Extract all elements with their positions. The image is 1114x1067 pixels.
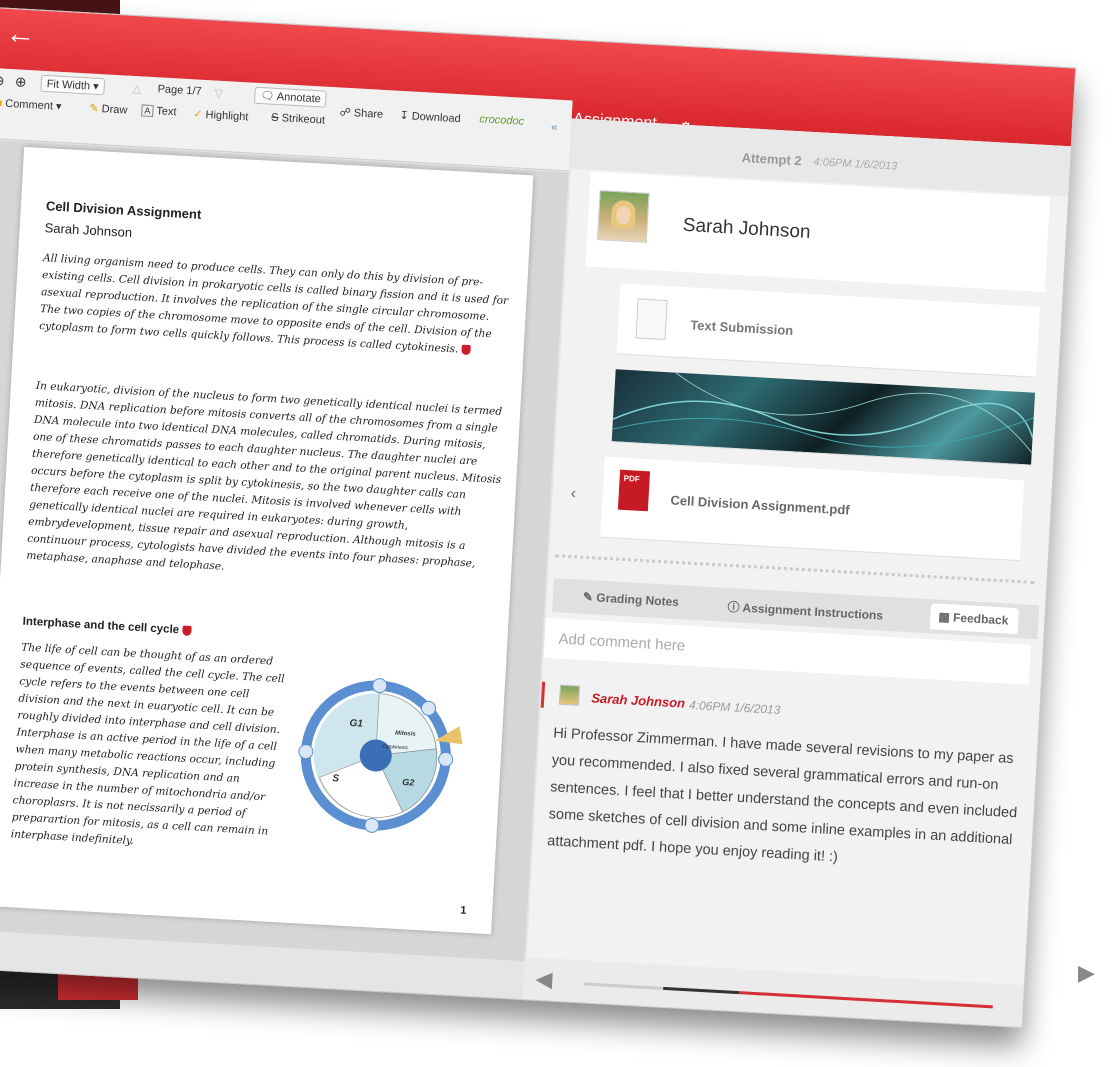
text-submission-item[interactable]: Text Submission [616, 283, 1040, 378]
document-viewer[interactable]: Cell Division Assignment Sarah Johnson A… [0, 139, 569, 962]
attempt-time: 4:06PM 1/6/2013 [813, 156, 898, 173]
annotate-button[interactable]: 🗨 Annotate [253, 86, 328, 108]
comment-time: 4:06PM 1/6/2013 [688, 697, 781, 717]
fractal-image [612, 372, 1034, 453]
share-button[interactable]: ☍ Share [339, 105, 383, 120]
highlight-tool-label: Highlight [205, 108, 249, 124]
page-number: 1 [459, 904, 467, 917]
cycle-node [438, 751, 454, 767]
fit-width-label: Fit Width [46, 78, 91, 93]
pencil-icon: ✎ [89, 102, 99, 115]
pencil-icon: ✎ [582, 589, 594, 605]
app-window: ← Cell Division Assignment ⚙ ⊖ ⊕ Fit Wid… [0, 6, 1077, 1029]
comment-body: Hi Professor Zimmerman. I have made seve… [546, 725, 1018, 866]
tab-feedback[interactable]: ▩ Feedback [929, 603, 1020, 635]
progress-track [583, 982, 993, 1009]
section-heading-text: Interphase and the cell cycle [22, 615, 180, 637]
pdf-badge: PDF [623, 473, 640, 484]
pdf-submission-label: Cell Division Assignment.pdf [670, 492, 851, 518]
text-tool-label: Text [155, 105, 177, 119]
highlighter-icon: ✓ [192, 108, 203, 121]
page-indicator: Page 1/7 [157, 83, 202, 98]
avatar [558, 684, 580, 706]
avatar-face [615, 206, 631, 225]
tablet-stage: ← Cell Division Assignment ⚙ ⊖ ⊕ Fit Wid… [0, 6, 1094, 1067]
chat-icon: ▩ [938, 609, 951, 625]
s-label: S [332, 773, 340, 784]
document-icon [635, 298, 668, 341]
comment-pin-icon[interactable] [181, 625, 192, 636]
avatar [596, 190, 650, 243]
strikeout-icon: S [270, 111, 279, 125]
cycle-node [372, 678, 388, 694]
fractal-curve [612, 400, 1034, 438]
text-icon: A [141, 104, 154, 118]
share-icon: ☍ [339, 106, 352, 120]
student-name: Sarah Johnson [682, 214, 812, 243]
comment-author[interactable]: Sarah Johnson [591, 690, 686, 710]
comment-icon: ■ [0, 97, 3, 110]
download-button[interactable]: ↧ Download [399, 109, 461, 125]
next-icon[interactable]: ▶ [1078, 960, 1095, 986]
collapse-icon[interactable]: « [551, 121, 558, 133]
tab-feedback-label: Feedback [952, 610, 1009, 628]
zoom-in-icon[interactable]: ⊕ [14, 73, 27, 91]
previous-icon[interactable]: ◀ [535, 966, 553, 993]
comment-pin-icon[interactable] [461, 344, 471, 356]
document-paragraph: The life of cell can be thought of as an… [10, 641, 285, 848]
mitosis-label: Mitosis [395, 731, 417, 738]
pdf-icon: PDF [617, 469, 651, 512]
progress-segment-red [739, 991, 993, 1009]
attempt-label[interactable]: Attempt 2 [741, 150, 802, 168]
progress-segment-dark [663, 986, 740, 995]
highlight-tool[interactable]: ✓ Highlight [193, 107, 249, 123]
document-title: Cell Division Assignment [45, 198, 202, 222]
cycle-node [298, 744, 314, 760]
strikeout-tool-label: Strikeout [281, 112, 326, 127]
document-paragraph: All living organism need to produce cell… [39, 250, 513, 361]
info-icon: ⓘ [727, 599, 741, 615]
draw-tool[interactable]: ✎ Draw [89, 102, 128, 117]
comment-tool-label: Comment [4, 97, 54, 113]
zoom-out-icon[interactable]: ⊖ [0, 72, 5, 90]
tab-assignment-instructions-label: Assignment Instructions [742, 600, 884, 623]
image-submission-item[interactable] [611, 369, 1036, 466]
comment-accent-bar [540, 681, 546, 708]
draw-tool-label: Draw [101, 103, 128, 117]
paragraph-text: All living organism need to produce cell… [38, 252, 509, 356]
tab-grading-notes[interactable]: ✎ Grading Notes [583, 590, 680, 609]
text-tool[interactable]: A Text [141, 104, 177, 118]
previous-submission-icon[interactable]: ‹ [570, 485, 576, 503]
crocodoc-logo: crocodoc [479, 113, 525, 128]
text-submission-label: Text Submission [689, 317, 794, 339]
strikeout-tool[interactable]: S Strikeout [271, 112, 325, 127]
document-paragraph: In eukaryotic, division of the nucleus t… [26, 379, 503, 573]
cycle-node [364, 817, 380, 833]
back-arrow-icon[interactable]: ← [5, 17, 37, 53]
download-label: Download [411, 110, 461, 126]
feedback-comment: Sarah Johnson 4:06PM 1/6/2013 Hi Profess… [529, 663, 1033, 931]
annotate-label: Annotate [276, 90, 322, 106]
download-icon: ↧ [399, 109, 410, 123]
tab-assignment-instructions[interactable]: ⓘ Assignment Instructions [727, 598, 883, 624]
pdf-submission-item[interactable]: PDF Cell Division Assignment.pdf [600, 456, 1025, 562]
fractal-curve [675, 372, 1033, 453]
speech-bubble-icon: 🗨 [260, 90, 275, 103]
comment-tool[interactable]: ■ Comment ▾ [0, 96, 62, 113]
section-heading: Interphase and the cell cycle [22, 615, 192, 637]
submission-panel: Attempt 2 4:06PM 1/6/2013 Sarah Johnson … [526, 118, 1071, 986]
page-up-icon[interactable]: △ [132, 82, 141, 95]
g2-label: G2 [402, 777, 415, 788]
cell-cycle-diagram: G1 S G2 Mitosis Cytokinesis [298, 678, 463, 833]
tab-grading-notes-label: Grading Notes [595, 590, 680, 610]
share-label: Share [353, 107, 384, 121]
g1-label: G1 [349, 718, 363, 730]
fit-width-select[interactable]: Fit Width ▾ [40, 74, 106, 96]
document-page: Cell Division Assignment Sarah Johnson A… [0, 146, 534, 935]
page-down-icon[interactable]: ▽ [214, 86, 223, 99]
document-author: Sarah Johnson [44, 220, 133, 241]
cycle-node [420, 700, 436, 716]
